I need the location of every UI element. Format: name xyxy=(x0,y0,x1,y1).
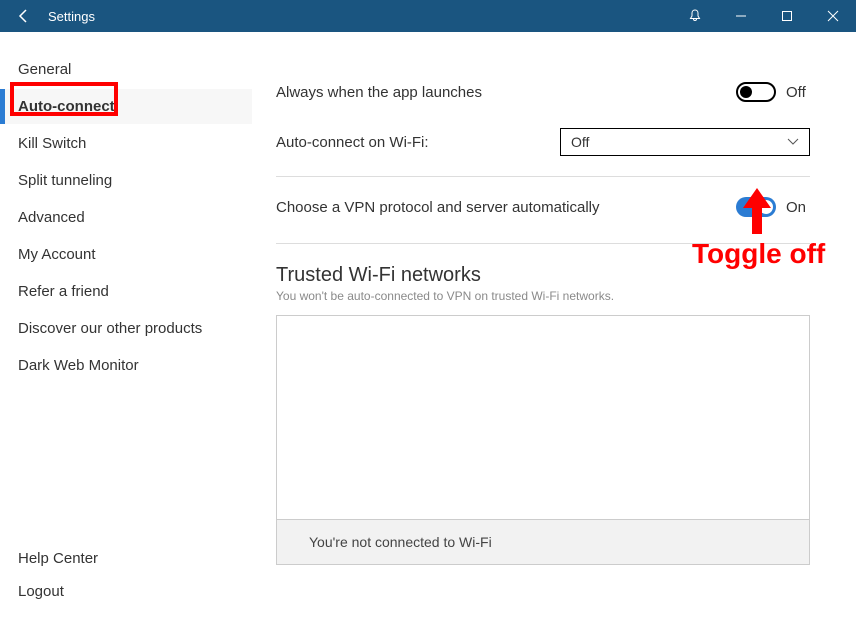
trusted-networks-empty xyxy=(277,316,809,519)
sidebar-item-kill-switch[interactable]: Kill Switch xyxy=(0,126,252,161)
sidebar-item-advanced[interactable]: Advanced xyxy=(0,200,252,235)
sidebar-item-label: Kill Switch xyxy=(18,135,86,152)
trusted-networks-list: You're not connected to Wi-Fi xyxy=(276,315,810,565)
sidebar-item-logout[interactable]: Logout xyxy=(0,576,252,607)
trusted-networks-subtitle: You won't be auto-connected to VPN on tr… xyxy=(276,289,810,303)
bell-icon xyxy=(687,8,703,24)
titlebar: Settings xyxy=(0,0,856,32)
main-panel: Always when the app launches Off Auto-co… xyxy=(252,32,856,619)
sidebar-item-refer-friend[interactable]: Refer a friend xyxy=(0,274,252,309)
wifi-autoconnect-row: Auto-connect on Wi-Fi: Off xyxy=(276,128,810,156)
sidebar-item-label: Refer a friend xyxy=(18,283,109,300)
sidebar-item-discover-products[interactable]: Discover our other products xyxy=(0,311,252,346)
always-launch-label: Always when the app launches xyxy=(276,84,736,101)
protocol-label: Choose a VPN protocol and server automat… xyxy=(276,199,736,216)
content-area: General Auto-connect Kill Switch Split t… xyxy=(0,32,856,619)
sidebar-item-label: General xyxy=(18,61,71,78)
window-title: Settings xyxy=(40,9,95,24)
always-launch-toggle[interactable] xyxy=(736,82,776,102)
sidebar-item-label: Advanced xyxy=(18,209,85,226)
annotation-toggle-off-text: Toggle off xyxy=(692,238,825,270)
sidebar-item-my-account[interactable]: My Account xyxy=(0,237,252,272)
sidebar-item-label: Logout xyxy=(18,583,64,600)
trusted-networks-footer: You're not connected to Wi-Fi xyxy=(277,519,809,564)
sidebar-item-label: Help Center xyxy=(18,550,98,567)
sidebar-item-dark-web-monitor[interactable]: Dark Web Monitor xyxy=(0,348,252,383)
wifi-autoconnect-label: Auto-connect on Wi-Fi: xyxy=(276,134,560,151)
minimize-button[interactable] xyxy=(718,0,764,32)
sidebar-item-label: My Account xyxy=(18,246,96,263)
close-icon xyxy=(827,10,839,22)
protocol-row: Choose a VPN protocol and server automat… xyxy=(276,197,810,217)
chevron-down-icon xyxy=(787,135,799,149)
minimize-icon xyxy=(735,10,747,22)
arrow-left-icon xyxy=(16,8,32,24)
annotation-highlight-box xyxy=(10,82,118,116)
close-button[interactable] xyxy=(810,0,856,32)
protocol-state: On xyxy=(786,199,810,216)
always-launch-state: Off xyxy=(786,84,810,101)
divider xyxy=(276,176,810,177)
maximize-icon xyxy=(781,10,793,22)
sidebar-item-help-center[interactable]: Help Center xyxy=(0,543,252,574)
sidebar-item-split-tunneling[interactable]: Split tunneling xyxy=(0,163,252,198)
wifi-autoconnect-select[interactable]: Off xyxy=(560,128,810,156)
back-button[interactable] xyxy=(8,8,40,24)
wifi-autoconnect-value: Off xyxy=(571,134,589,150)
sidebar-item-label: Discover our other products xyxy=(18,320,202,337)
always-launch-row: Always when the app launches Off xyxy=(276,82,810,102)
notification-button[interactable] xyxy=(672,0,718,32)
annotation-arrow-icon xyxy=(743,188,771,234)
sidebar-item-label: Split tunneling xyxy=(18,172,112,189)
maximize-button[interactable] xyxy=(764,0,810,32)
sidebar: General Auto-connect Kill Switch Split t… xyxy=(0,32,252,619)
sidebar-item-label: Dark Web Monitor xyxy=(18,357,139,374)
